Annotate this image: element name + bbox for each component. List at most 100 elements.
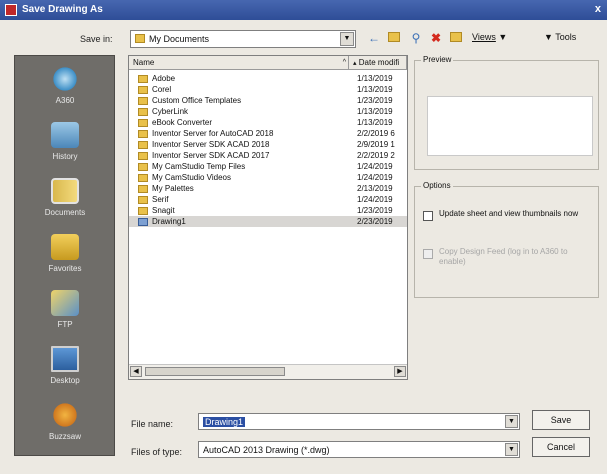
- new-folder-icon[interactable]: [448, 30, 464, 46]
- file-name: Adobe: [152, 74, 176, 83]
- delete-icon[interactable]: ✖: [428, 30, 444, 46]
- file-row[interactable]: Snagit 1/23/2019: [129, 205, 407, 216]
- sort-icon: ^: [342, 59, 346, 66]
- file-row[interactable]: Inventor Server for AutoCAD 2018 2/2/2019…: [129, 128, 407, 139]
- desktop-icon: [51, 346, 79, 372]
- file-date: 1/23/2019: [357, 96, 393, 105]
- place-documents[interactable]: Documents: [15, 172, 115, 228]
- views-menu[interactable]: Views ▼: [472, 32, 507, 42]
- column-header-name[interactable]: Name ^: [129, 56, 349, 70]
- buzzsaw-icon: [51, 402, 79, 428]
- file-date: 1/13/2019: [357, 74, 393, 83]
- file-row[interactable]: eBook Converter 1/13/2019: [129, 117, 407, 128]
- place-label: Desktop: [50, 376, 80, 385]
- file-date: 2/2/2019 2: [357, 151, 395, 160]
- file-name: Inventor Server SDK ACAD 2018: [152, 140, 270, 149]
- place-desktop[interactable]: Desktop: [15, 340, 115, 396]
- column-header-name-label: Name: [133, 58, 155, 67]
- folder-icon: [138, 163, 148, 171]
- scroll-right-icon[interactable]: ▶: [394, 366, 406, 377]
- scroll-left-icon[interactable]: ◀: [130, 366, 142, 377]
- chevron-down-icon[interactable]: ▼: [340, 32, 354, 46]
- chevron-down-icon[interactable]: ▼: [505, 415, 518, 428]
- file-name-value: Drawing1: [203, 417, 246, 427]
- scroll-thumb[interactable]: [145, 367, 285, 376]
- place-label: A360: [55, 96, 75, 105]
- folder-icon: [138, 86, 148, 94]
- update-thumbnails-checkbox[interactable]: [423, 211, 433, 221]
- place-buzzsaw[interactable]: Buzzsaw: [15, 396, 115, 452]
- file-type-label: Files of type:: [131, 447, 183, 457]
- file-name-input[interactable]: Drawing1 ▼: [198, 413, 520, 430]
- chevron-down-icon[interactable]: ▼: [505, 443, 518, 456]
- horizontal-scrollbar[interactable]: ◀ ▶: [129, 364, 407, 379]
- folder-icon: [138, 174, 148, 182]
- file-type-value: AutoCAD 2013 Drawing (*.dwg): [203, 445, 330, 455]
- file-name: Snagit: [152, 206, 175, 215]
- up-folder-icon[interactable]: [386, 30, 402, 46]
- place-history[interactable]: History: [15, 116, 115, 172]
- file-row[interactable]: Drawing1 2/23/2019: [129, 216, 407, 227]
- save-in-dropdown[interactable]: My Documents ▼: [130, 30, 356, 48]
- file-name: My CamStudio Temp Files: [152, 162, 246, 171]
- cancel-button[interactable]: Cancel: [532, 437, 590, 457]
- folder-icon: [138, 119, 148, 127]
- place-favorites[interactable]: Favorites: [15, 228, 115, 284]
- file-row[interactable]: Adobe 1/13/2019: [129, 73, 407, 84]
- file-name: Inventor Server for AutoCAD 2018: [152, 129, 274, 138]
- cloud-icon: [51, 66, 79, 92]
- place-label: FTP: [57, 320, 73, 329]
- file-row[interactable]: My Palettes 2/13/2019: [129, 183, 407, 194]
- history-icon: [51, 122, 79, 148]
- back-icon[interactable]: ←: [366, 30, 382, 46]
- file-row[interactable]: Inventor Server SDK ACAD 2018 2/9/2019 1: [129, 139, 407, 150]
- file-date: 1/13/2019: [357, 118, 393, 127]
- file-date: 1/24/2019: [357, 162, 393, 171]
- close-icon[interactable]: x: [595, 3, 601, 15]
- file-row[interactable]: CyberLink 1/13/2019: [129, 106, 407, 117]
- sort-icon: ▴: [353, 60, 357, 67]
- column-header-date[interactable]: ▴ Date modifi: [349, 56, 407, 70]
- file-row[interactable]: My CamStudio Videos 1/24/2019: [129, 172, 407, 183]
- file-row[interactable]: My CamStudio Temp Files 1/24/2019: [129, 161, 407, 172]
- file-name: CyberLink: [152, 107, 189, 116]
- copy-design-feed-checkbox: [423, 249, 433, 259]
- window-title: Save Drawing As: [22, 4, 103, 15]
- file-list[interactable]: Name ^ ▴ Date modifi Adobe 1/13/2019 Corel…: [128, 55, 408, 380]
- search-web-icon[interactable]: ⚲: [408, 30, 424, 46]
- ftp-icon: [51, 290, 79, 316]
- folder-icon: [138, 207, 148, 215]
- file-name: Corel: [152, 85, 172, 94]
- preview-group: Preview: [414, 55, 599, 170]
- file-name: eBook Converter: [152, 118, 213, 127]
- save-button-label: Save: [550, 415, 572, 425]
- file-date: 2/23/2019: [357, 217, 393, 226]
- file-type-dropdown[interactable]: AutoCAD 2013 Drawing (*.dwg) ▼: [198, 441, 520, 458]
- copy-design-feed-label: Copy Design Feed (log in to A360 to enab…: [439, 247, 568, 266]
- file-name: Serif: [152, 195, 169, 204]
- file-date: 1/23/2019: [357, 206, 393, 215]
- file-name: Inventor Server SDK ACAD 2017: [152, 151, 270, 160]
- file-date: 1/24/2019: [357, 173, 393, 182]
- place-a360[interactable]: A360: [15, 60, 115, 116]
- place-label: Favorites: [48, 264, 82, 273]
- save-button[interactable]: Save: [532, 410, 590, 430]
- place-label: Buzzsaw: [48, 432, 81, 441]
- file-row[interactable]: Serif 1/24/2019: [129, 194, 407, 205]
- places-bar: A360 History Documents Favorites FTP Des…: [14, 55, 115, 456]
- file-row[interactable]: Corel 1/13/2019: [129, 84, 407, 95]
- file-row[interactable]: Inventor Server SDK ACAD 2017 2/2/2019 2: [129, 150, 407, 161]
- file-name: My CamStudio Videos: [152, 173, 231, 182]
- folder-icon: [138, 108, 148, 116]
- file-date: 2/2/2019 6: [357, 129, 395, 138]
- tools-menu[interactable]: ▼ Tools: [544, 32, 576, 42]
- update-thumbnails-label[interactable]: Update sheet and view thumbnails now: [439, 209, 589, 219]
- folder-icon: [135, 34, 145, 43]
- place-ftp[interactable]: FTP: [15, 284, 115, 340]
- favorites-icon: [51, 234, 79, 260]
- file-date: 1/24/2019: [357, 195, 393, 204]
- file-row[interactable]: Custom Office Templates 1/23/2019: [129, 95, 407, 106]
- place-label: Documents: [44, 208, 86, 217]
- folder-icon: [138, 75, 148, 83]
- file-name-label: File name:: [131, 419, 174, 429]
